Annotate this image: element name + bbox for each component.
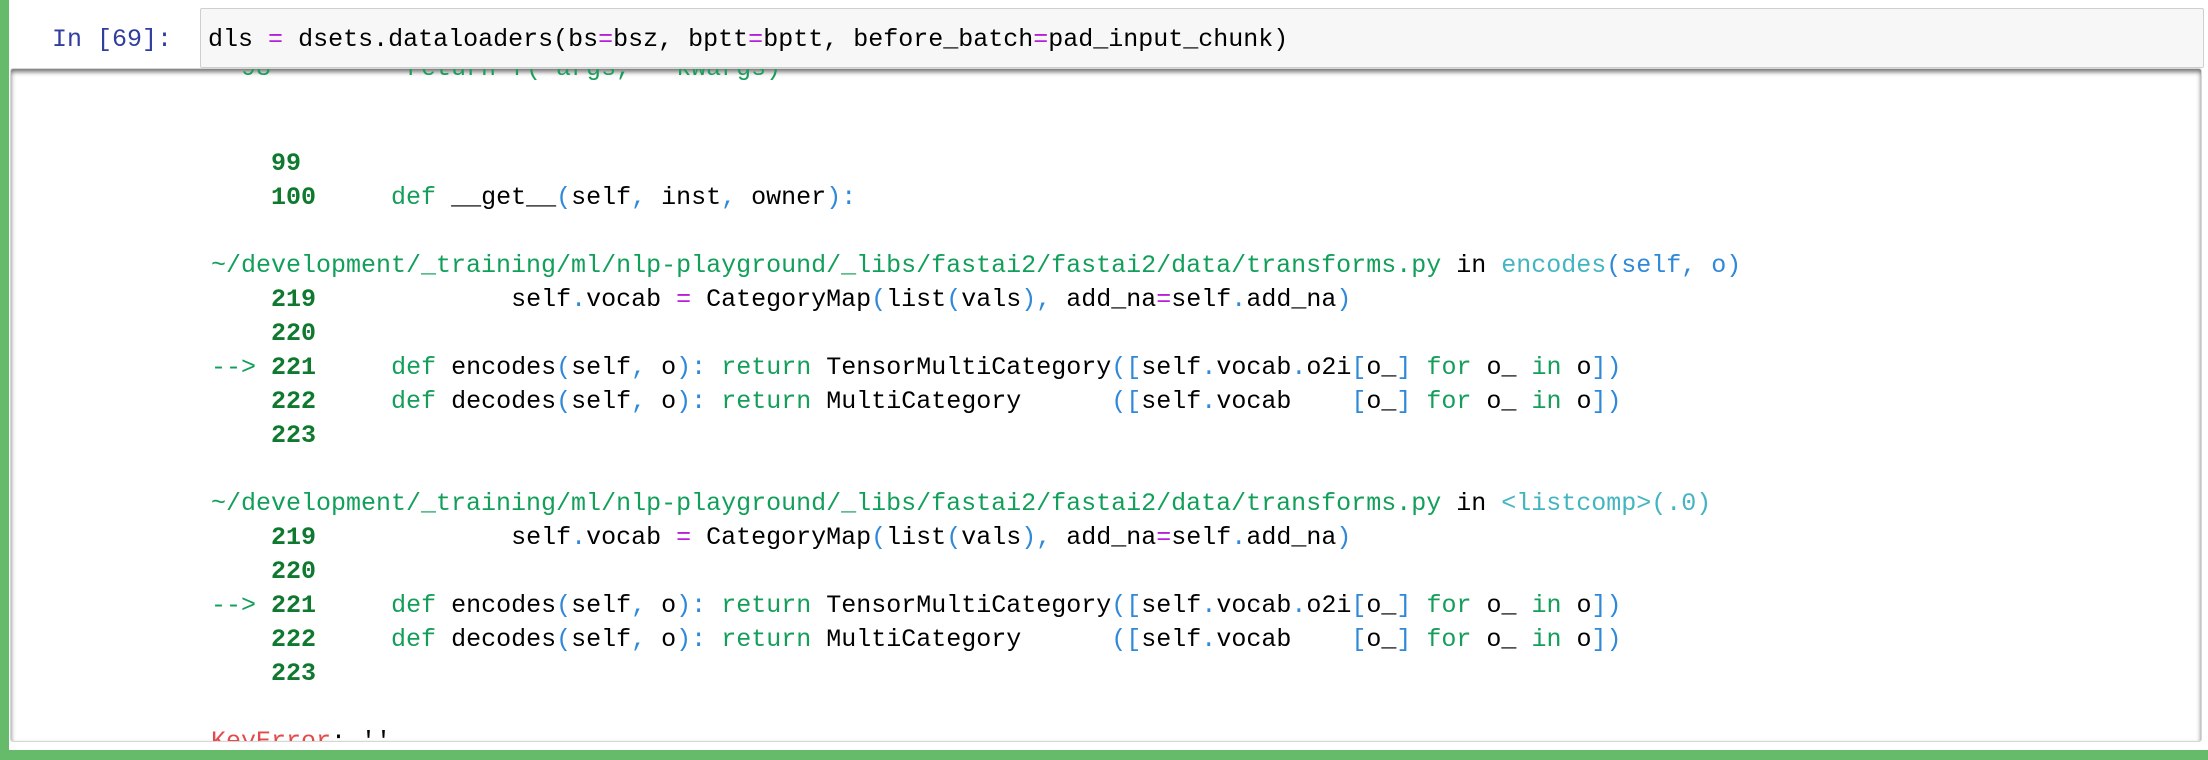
current-line-arrow: -->	[211, 353, 257, 382]
traceback-output-area[interactable]: 98 return f(*args, **kwargs) 99 100 def …	[10, 68, 2202, 742]
assign-operator: =	[598, 25, 614, 54]
cell-selection-bar	[0, 0, 9, 756]
traceback-line: 99	[211, 147, 1741, 181]
cell-bottom-bar	[0, 750, 2208, 760]
line-number: 219	[271, 523, 317, 552]
traceback-line: 220	[211, 317, 1741, 351]
traceback-line: 222 def decodes(self, o): return MultiCa…	[271, 625, 1622, 654]
traceback-line: 223	[211, 657, 1741, 691]
traceback-line: 100 def __get__(self, inst, owner):	[271, 183, 857, 212]
in-keyword: in	[1456, 251, 1487, 280]
notebook-cell[interactable]: In [69]: dls = dsets.dataloaders(bs=bsz,…	[0, 0, 2208, 760]
assign-operator: =	[268, 25, 284, 54]
code-token: dsets.dataloaders(bs	[298, 25, 599, 54]
traceback-line: 219 self.vocab = CategoryMap(list(vals),…	[271, 523, 1352, 552]
line-number: 221	[271, 591, 317, 620]
code-input-text[interactable]: dls = dsets.dataloaders(bs=bsz, bptt=bpt…	[208, 22, 1288, 58]
in-keyword: in	[1456, 489, 1487, 518]
line-number: 220	[271, 557, 317, 586]
line-number: 222	[271, 387, 317, 416]
input-prompt: In [69]:	[52, 25, 173, 54]
truncated-line: 98 return f(*args, **kwargs)	[211, 68, 782, 83]
file-path: ~/development/_training/ml/nlp-playgroun…	[211, 251, 1442, 280]
traceback-line-current: --> 221 def encodes(self, o): return Ten…	[211, 353, 1622, 382]
error-line: KeyError: ''	[211, 725, 1741, 742]
code-token: bsz, bptt	[613, 25, 749, 54]
traceback-line-current: --> 221 def encodes(self, o): return Ten…	[211, 591, 1622, 620]
traceback-file-header: ~/development/_training/ml/nlp-playgroun…	[211, 251, 1742, 280]
line-number: 223	[271, 421, 317, 450]
code-token: pad_input_chunk)	[1048, 25, 1289, 54]
traceback-line: 220	[211, 555, 1741, 589]
line-number: 219	[271, 285, 317, 314]
line-number: 223	[271, 659, 317, 688]
traceback-line: 222 def decodes(self, o): return MultiCa…	[271, 387, 1622, 416]
traceback: 99 100 def __get__(self, inst, owner): ~…	[211, 113, 1742, 742]
line-number: 222	[271, 625, 317, 654]
current-line-arrow: -->	[211, 591, 257, 620]
assign-operator: =	[748, 25, 764, 54]
traceback-line: 223	[211, 419, 1741, 453]
line-number: 220	[271, 319, 317, 348]
error-message: : ''	[331, 727, 392, 742]
line-number: 99	[271, 149, 302, 178]
line-number: 100	[271, 183, 317, 212]
assign-operator: =	[1033, 25, 1049, 54]
code-token: bptt, before_batch	[763, 25, 1034, 54]
traceback-line: 219 self.vocab = CategoryMap(list(vals),…	[271, 285, 1352, 314]
code-token: dls	[208, 25, 254, 54]
traceback-file-header: ~/development/_training/ml/nlp-playgroun…	[211, 489, 1712, 518]
file-path: ~/development/_training/ml/nlp-playgroun…	[211, 489, 1442, 518]
line-number: 221	[271, 353, 317, 382]
error-name: KeyError	[211, 727, 332, 742]
